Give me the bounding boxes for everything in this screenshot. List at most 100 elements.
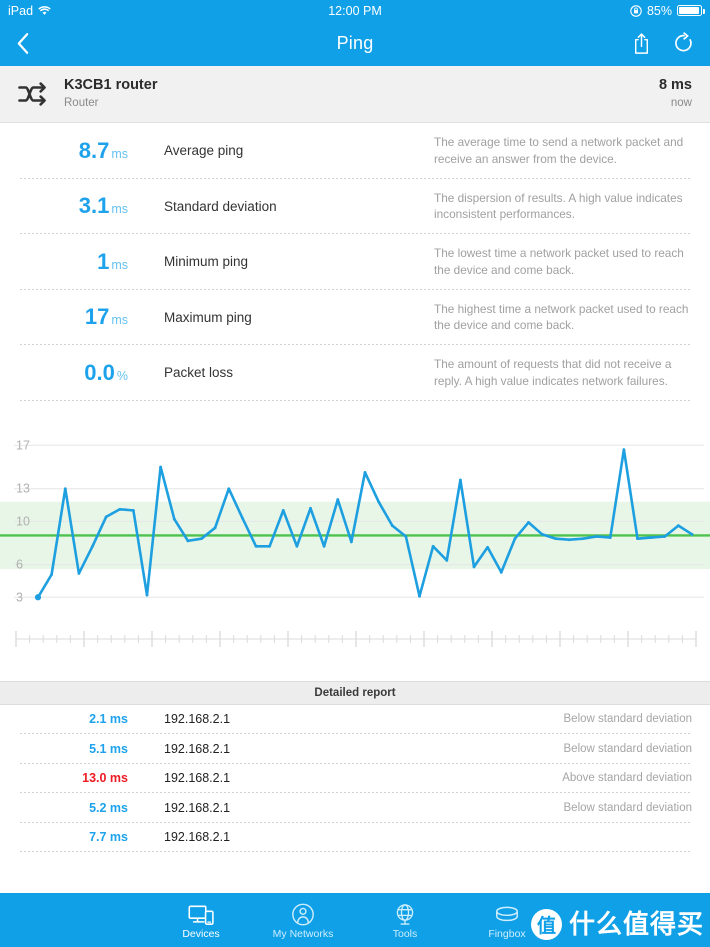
data-point [458,478,462,481]
stat-number: 0.0 [84,359,115,385]
device-timestamp: now [670,97,692,110]
refresh-icon [675,32,692,52]
data-point [431,544,435,548]
data-point [295,544,299,548]
status-device-label: iPad [8,3,34,18]
tab-label: My Networks [272,928,334,941]
tab-devices[interactable]: Devices [150,893,252,947]
stat-number: 1 [97,248,110,274]
y-axis-tick-label: 3 [16,590,23,604]
row-ip: 192.168.2.1 [164,741,231,756]
stats-list: 8.7 ms Average ping The average time to s… [0,123,710,401]
stat-number: 8.7 [78,137,110,163]
data-point [172,517,176,521]
data-point [186,538,190,542]
tab-tools[interactable]: Tools [354,893,456,947]
tab-bar-spacer [0,893,150,947]
data-point [309,506,312,510]
table-row[interactable]: 13.0 ms 192.168.2.1 Above standard devia… [0,764,710,794]
data-point [527,520,530,524]
data-point [349,540,353,543]
rotation-lock-icon [630,4,642,17]
tab-my-networks[interactable]: My Networks [252,893,354,947]
data-point [145,593,149,597]
table-row[interactable]: 2.1 ms 192.168.2.1 Below standard deviat… [0,705,710,735]
stat-description: The average time to send a network packe… [434,135,684,166]
stat-description: The lowest time a network packet used to… [434,246,684,277]
nav-bar: Ping [0,21,710,66]
data-point [118,507,122,511]
detailed-report-list: 2.1 ms 192.168.2.1 Below standard deviat… [0,705,710,853]
data-point [363,470,367,474]
person-icon [291,900,315,926]
data-point [608,535,612,539]
shuffle-icon [14,81,52,107]
stat-number: 3.1 [78,193,110,219]
ping-chart: 17 13 10 6 3 [0,400,710,681]
data-point [622,447,626,451]
device-name: K3CB1 router [64,76,158,93]
y-axis-tick-label: 10 [16,514,30,528]
row-latency: 13.0 ms [82,771,128,786]
stat-value: 1 ms [0,248,128,274]
device-latency: 8 ms [658,76,692,93]
stat-number: 17 [84,304,110,330]
data-point [104,515,108,518]
device-header[interactable]: K3CB1 router Router 8 ms now [0,66,710,123]
stat-label: Maximum ping [164,309,252,325]
refresh-button[interactable] [674,32,694,55]
status-bar: iPad 12:00 PM 85% [0,0,710,21]
data-point [200,536,203,540]
detailed-report-header: Detailed report [0,680,710,705]
stat-row-minimum-ping: 1 ms Minimum ping The lowest time a netwo… [0,234,710,290]
data-point [213,525,217,529]
table-row[interactable]: 7.7 ms 192.168.2.1 [0,823,710,853]
data-point [390,523,394,527]
share-icon [634,33,649,54]
data-point [50,572,54,576]
row-latency: 2.1 ms [89,712,128,727]
stat-row-standard-deviation: 3.1 ms Standard deviation The dispersion … [0,179,710,235]
data-point [254,544,258,548]
back-button[interactable] [16,32,29,55]
stat-label: Standard deviation [164,198,277,214]
tab-bar: Devices My Networks Tools Fingbox 值 什么值得… [0,893,710,947]
row-ip: 192.168.2.1 [164,800,231,815]
data-point [336,497,340,501]
stat-description: The highest time a network packet used t… [434,301,689,333]
ping-chart-svg: 17 13 10 6 3 [0,438,710,647]
data-point [595,534,599,538]
data-point [418,594,421,598]
fingbox-icon [494,900,520,926]
watermark-text: 什么值得买 [568,909,704,940]
status-bar-right: 85% [630,4,705,18]
stat-row-packet-loss: 0.0% Packet loss The amount of requests … [0,345,710,401]
stat-value: 0.0% [0,359,128,385]
stat-row-average-ping: 8.7 ms Average ping The average time to s… [0,123,710,179]
share-button[interactable] [633,32,650,55]
data-point [131,508,135,512]
stat-description: The amount of requests that did not rece… [434,357,672,388]
stat-label: Packet loss [164,365,234,381]
tab-label: Tools [392,928,418,941]
data-point [240,516,244,519]
devices-icon [188,900,214,926]
data-point [377,499,381,503]
row-latency: 5.2 ms [89,800,128,815]
device-latency-block: 8 ms now [659,76,692,112]
nav-bar-actions [633,32,694,55]
table-row[interactable]: 5.2 ms 192.168.2.1 Below standard deviat… [0,793,710,823]
data-point [281,508,285,512]
data-point [77,571,81,575]
watermark-logo: 值 什么值得买 [530,909,704,940]
table-row[interactable]: 5.1 ms 192.168.2.1 Below standard deviat… [0,734,710,764]
chevron-left-icon [17,33,29,54]
data-point [91,544,94,548]
stat-unit: % [116,368,128,383]
wifi-icon [38,5,51,16]
row-status: Below standard deviation [563,713,693,726]
data-point [676,523,680,527]
data-point [159,465,163,468]
stat-unit: ms [111,257,128,272]
stat-value: 8.7 ms [0,137,128,163]
